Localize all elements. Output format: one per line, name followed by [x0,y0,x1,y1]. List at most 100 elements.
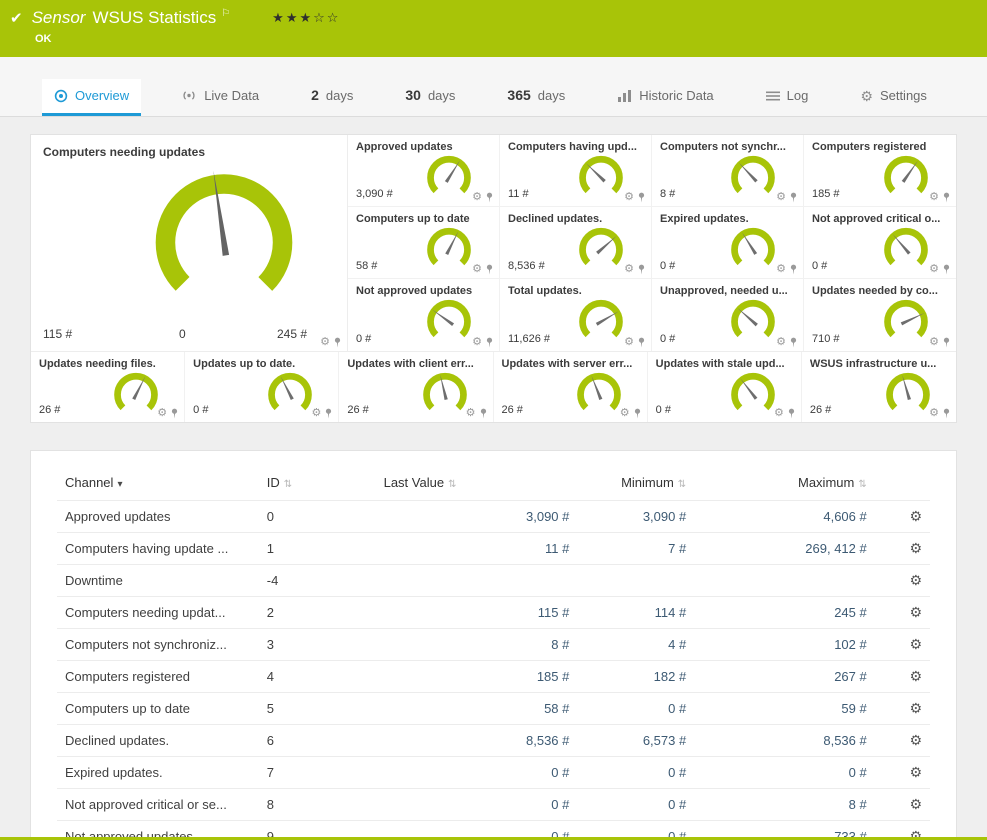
pin-icon[interactable] [637,337,646,348]
table-row: Computers registered4185 #182 #267 #⚙ [57,661,930,693]
gear-icon[interactable]: ⚙ [776,192,786,203]
gear-icon[interactable]: ⚙ [776,337,786,348]
tab-log[interactable]: Log [754,79,821,116]
tab-settings[interactable]: ⚙Settings [848,79,939,116]
gauge-value: 0 # [660,333,675,345]
gear-icon[interactable]: ⚙ [624,264,634,275]
gear-icon[interactable]: ⚙ [472,192,482,203]
gauge-actions: ⚙ [624,337,646,348]
tab-30-days[interactable]: 30days [393,78,467,116]
table-row: Approved updates03,090 #3,090 #4,606 #⚙ [57,501,930,533]
channel-settings-icon[interactable]: ⚙ [909,572,922,588]
pin-icon[interactable] [942,408,951,419]
star-empty-icon[interactable]: ☆ [313,10,327,25]
column-header-last-value[interactable]: Last Value⇅ [376,463,578,501]
cell-actions: ⚙ [875,533,930,565]
pin-icon[interactable] [942,264,951,275]
gauge-tile: Total updates.11,626 #⚙ [500,279,652,351]
pin-icon[interactable] [485,264,494,275]
star-filled-icon[interactable]: ★ [272,10,286,25]
column-header-maximum[interactable]: Maximum⇅ [694,463,875,501]
tab-2-days[interactable]: 2days [299,78,365,116]
gauge-dial [417,369,473,421]
column-header-channel[interactable]: Channel▾ [57,463,259,501]
pin-icon[interactable] [479,408,488,419]
gear-icon[interactable]: ⚙ [624,192,634,203]
cell-actions: ⚙ [875,661,930,693]
pin-icon[interactable] [942,337,951,348]
pin-icon[interactable] [942,192,951,203]
pin-icon[interactable] [789,337,798,348]
gear-icon[interactable]: ⚙ [624,337,634,348]
cell-channel: Computers not synchroniz... [57,629,259,661]
tab-bar: Overview Live Data 2days 30days 365days Histo… [0,78,987,116]
sort-desc-icon: ▾ [117,479,122,490]
tab-365-days[interactable]: 365days [495,78,577,116]
pin-icon[interactable] [333,337,342,348]
cell-channel: Computers having update ... [57,533,259,565]
gear-icon[interactable]: ⚙ [472,337,482,348]
pin-icon[interactable] [324,408,333,419]
tab-live-data[interactable]: Live Data [169,79,271,116]
column-header-id[interactable]: ID⇅ [259,463,376,501]
sensor-header: ✔ Sensor WSUS Statistics ⚐ ★★★☆☆ OK [0,0,987,57]
cell-id: 8 [259,789,376,821]
pin-icon[interactable] [170,408,179,419]
gauge-dial [880,369,936,421]
tab-overview[interactable]: Overview [42,79,141,116]
gear-icon[interactable]: ⚙ [776,264,786,275]
pin-icon[interactable] [789,192,798,203]
pin-icon[interactable] [485,337,494,348]
status-ok-check-icon: ✔ [10,9,23,27]
gear-icon[interactable]: ⚙ [320,337,330,348]
gear-icon[interactable]: ⚙ [466,408,476,419]
gear-icon[interactable]: ⚙ [620,408,630,419]
pin-icon[interactable] [637,264,646,275]
pin-icon[interactable] [787,408,796,419]
gear-icon[interactable]: ⚙ [311,408,321,419]
cell-channel: Computers registered [57,661,259,693]
star-empty-icon[interactable]: ☆ [327,10,341,25]
cell-actions: ⚙ [875,789,930,821]
gear-icon[interactable]: ⚙ [929,337,939,348]
flag-icon[interactable]: ⚐ [221,8,230,19]
pin-icon[interactable] [485,192,494,203]
gear-icon[interactable]: ⚙ [157,408,167,419]
gear-icon[interactable]: ⚙ [929,192,939,203]
cell-id: -4 [259,565,376,597]
channel-settings-icon[interactable]: ⚙ [909,796,922,812]
cell-minimum: 0 # [577,757,694,789]
channel-settings-icon[interactable]: ⚙ [909,636,922,652]
channel-settings-icon[interactable]: ⚙ [909,540,922,556]
column-header-minimum[interactable]: Minimum⇅ [577,463,694,501]
gauge-actions: ⚙ [311,408,333,419]
channel-settings-icon[interactable]: ⚙ [909,604,922,620]
channel-settings-icon[interactable]: ⚙ [909,700,922,716]
channel-settings-icon[interactable]: ⚙ [909,764,922,780]
gauge-actions: ⚙ [472,337,494,348]
channel-settings-icon[interactable]: ⚙ [909,508,922,524]
pin-icon[interactable] [637,192,646,203]
gear-icon[interactable]: ⚙ [472,264,482,275]
star-filled-icon[interactable]: ★ [299,10,313,25]
channel-settings-icon[interactable]: ⚙ [909,732,922,748]
tab-historic-data[interactable]: Historic Data [605,79,725,116]
star-filled-icon[interactable]: ★ [286,10,300,25]
cell-minimum: 114 # [577,597,694,629]
cell-id: 6 [259,725,376,757]
cell-last-value: 115 # [376,597,578,629]
gear-icon[interactable]: ⚙ [774,408,784,419]
cell-channel: Computers up to date [57,693,259,725]
sensor-title-row: ✔ Sensor WSUS Statistics ⚐ ★★★☆☆ [10,8,973,28]
cell-id: 4 [259,661,376,693]
channel-settings-icon[interactable]: ⚙ [909,668,922,684]
gear-icon[interactable]: ⚙ [929,264,939,275]
cell-maximum: 8 # [694,789,875,821]
gauge-value: 11,626 # [508,333,550,345]
gear-icon[interactable]: ⚙ [929,408,939,419]
pin-icon[interactable] [633,408,642,419]
pin-icon[interactable] [789,264,798,275]
gauge-min-label: 0 [179,327,186,341]
gauge-dial [108,369,164,421]
small-gauges-grid: Approved updates3,090 #⚙Computers having… [347,135,956,351]
